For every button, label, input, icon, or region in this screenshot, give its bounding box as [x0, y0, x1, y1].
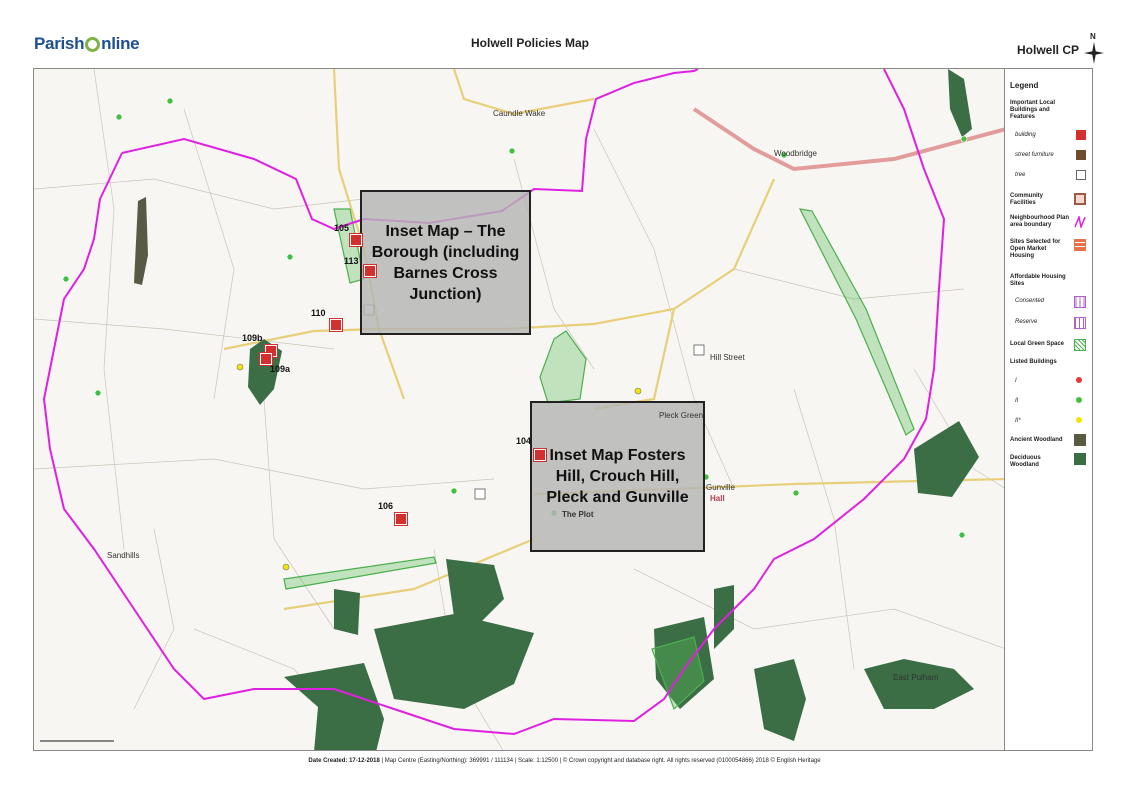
parish-name: Holwell CP: [1017, 43, 1080, 57]
place-the-plot: The Plot: [562, 510, 594, 519]
north-label: N: [1090, 32, 1096, 41]
listed-grade-2-icon: [1076, 397, 1082, 403]
map-canvas[interactable]: Inset Map – The Borough (including Barne…: [33, 68, 1005, 751]
sites-open-market-icon: [1074, 239, 1086, 251]
legend-item-street-furniture: street furniture: [1015, 152, 1054, 158]
place-gunville: Gunville: [706, 483, 735, 492]
inset-map-fosters-hill[interactable]: Inset Map Fosters Hill, Crouch Hill, Ple…: [530, 401, 705, 552]
reserve-icon: [1074, 317, 1086, 329]
place-woodbridge: Woodbridge: [774, 149, 817, 158]
legend-ancient-woodland: Ancient Woodland: [1010, 437, 1063, 443]
legend-local-green-space: Local Green Space: [1010, 341, 1065, 347]
place-hall: Hall: [710, 494, 725, 503]
place-caundle-wake: Caundle Wake: [493, 109, 546, 118]
legend-deciduous-woodland: Deciduous Woodland: [1010, 455, 1041, 468]
legend-sites-open-market: Sites Selected for Open Market Housing: [1010, 239, 1061, 259]
site-105-icon[interactable]: [350, 234, 362, 246]
legend-important-buildings: Important Local Buildings and Features: [1010, 100, 1056, 120]
ancient-woodland-icon: [1074, 434, 1086, 446]
inset-fosters-label: Inset Map Fosters Hill, Crouch Hill, Ple…: [546, 447, 689, 506]
street-furniture-icon: [1076, 150, 1086, 160]
legend-community-facilities: Community Facilities: [1010, 193, 1043, 206]
site-109b-label: 109b: [242, 333, 263, 343]
inset-map-borough[interactable]: Inset Map – The Borough (including Barne…: [360, 190, 531, 335]
site-104-icon[interactable]: [534, 449, 546, 461]
footer-copyright: | Map Centre (Easting/Northing): 369991 …: [379, 758, 821, 764]
site-106-icon[interactable]: [395, 513, 407, 525]
legend-item-reserve: Reserve: [1015, 319, 1038, 325]
place-east-pulham: East Pulham: [893, 673, 939, 682]
site-105-label: 105: [334, 223, 350, 233]
site-110-icon[interactable]: [330, 319, 342, 331]
north-arrow-icon: N: [1082, 32, 1106, 66]
legend-listed-buildings: Listed Buildings: [1010, 359, 1057, 365]
listed-grade-1-icon: [1076, 377, 1082, 383]
legend-item-tree: tree: [1015, 172, 1026, 178]
legend-item-grade-2: II: [1015, 398, 1019, 404]
map-legend: Legend Important Local Buildings and Fea…: [1005, 68, 1093, 751]
consented-icon: [1074, 296, 1086, 308]
legend-affordable-housing: Affordable Housing Sites: [1010, 274, 1066, 287]
page-title: Holwell Policies Map: [470, 36, 590, 50]
footer-date-value: 17-12-2018: [349, 758, 380, 764]
boundary-line-icon: [1074, 216, 1086, 228]
site-113-icon[interactable]: [364, 265, 376, 277]
listed-grade-2star-icon: [1076, 417, 1082, 423]
legend-item-grade-1: I: [1015, 378, 1017, 384]
site-109a-label: 109a: [270, 364, 291, 374]
local-green-space-icon: [1074, 339, 1086, 351]
site-104-label: 104: [516, 436, 532, 446]
legend-item-building: building: [1015, 132, 1036, 138]
deciduous-woodland-icon: [1074, 453, 1086, 465]
footer-date-label: Date Created:: [308, 758, 348, 764]
map-footer: Date Created: 17-12-2018 | Map Centre (E…: [0, 758, 1129, 764]
site-106-label: 106: [378, 501, 394, 511]
building-icon: [1076, 130, 1086, 140]
legend-item-consented: Consented: [1015, 298, 1045, 304]
site-110-label: 110: [311, 308, 326, 318]
site-113-label: 113: [344, 256, 359, 266]
legend-item-grade-2star: II*: [1015, 418, 1021, 424]
place-pleck-green: Pleck Green: [659, 411, 704, 420]
tree-icon: [1076, 170, 1086, 180]
place-sandhills: Sandhills: [107, 551, 140, 560]
legend-title: Legend: [1010, 81, 1039, 90]
inset-borough-label: Inset Map – The Borough (including Barne…: [371, 222, 520, 303]
community-facility-icon: [1074, 193, 1086, 205]
legend-neighbourhood-boundary: Neighbourhood Plan area boundary: [1010, 215, 1069, 228]
place-hill-street: Hill Street: [710, 353, 745, 362]
